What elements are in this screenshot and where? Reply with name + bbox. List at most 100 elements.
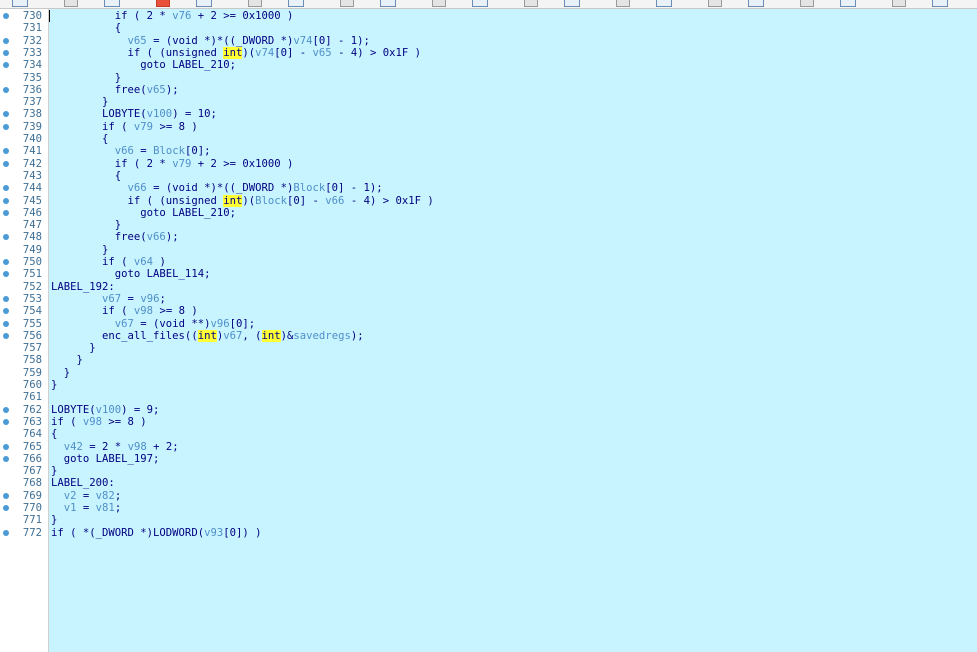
- code-line[interactable]: 752 LABEL_192:: [0, 281, 977, 293]
- tab[interactable]: [736, 0, 822, 7]
- code-line[interactable]: 738 LOBYTE(v100) = 10;: [0, 108, 977, 120]
- code-line[interactable]: 749 }: [0, 244, 977, 256]
- close-icon[interactable]: [524, 0, 538, 7]
- code-text[interactable]: {: [51, 22, 121, 34]
- code-text[interactable]: v42 = 2 * v98 + 2;: [51, 441, 179, 453]
- close-icon[interactable]: [432, 0, 446, 7]
- code-line[interactable]: 751 goto LABEL_114;: [0, 268, 977, 280]
- tab[interactable]: [460, 0, 546, 7]
- code-line[interactable]: 730 if ( 2 * v76 + 2 >= 0x1000 ): [0, 10, 977, 22]
- code-text[interactable]: v2 = v82;: [51, 490, 121, 502]
- code-line[interactable]: 767}: [0, 465, 977, 477]
- code-text[interactable]: if ( v98 >= 8 ): [51, 305, 198, 317]
- code-text[interactable]: }: [51, 96, 108, 108]
- code-text[interactable]: v67 = v96;: [51, 293, 166, 305]
- code-line[interactable]: 768 LABEL_200:: [0, 477, 977, 489]
- code-line[interactable]: 764 {: [0, 428, 977, 440]
- tab[interactable]: [0, 0, 86, 7]
- code-line[interactable]: 772 if ( *(_DWORD *)LODWORD(v93[0]) ): [0, 527, 977, 539]
- code-text[interactable]: LOBYTE(v100) = 9;: [51, 404, 159, 416]
- code-text[interactable]: if ( v79 >= 8 ): [51, 121, 198, 133]
- code-text[interactable]: }: [51, 244, 108, 256]
- code-text[interactable]: if ( (unsigned int)(v74[0] - v65 - 4) > …: [51, 46, 421, 59]
- close-icon[interactable]: [64, 0, 78, 7]
- code-line[interactable]: 771}: [0, 514, 977, 526]
- code-line[interactable]: 770 v1 = v81;: [0, 502, 977, 514]
- code-line[interactable]: 760}: [0, 379, 977, 391]
- code-text[interactable]: enc_all_files((int)v67, (int)&savedregs)…: [51, 329, 364, 342]
- code-text[interactable]: }: [51, 354, 83, 366]
- code-text[interactable]: v67 = (void **)v96[0];: [51, 318, 255, 330]
- tab[interactable]: [552, 0, 638, 7]
- code-text[interactable]: goto LABEL_197;: [51, 453, 160, 465]
- code-text[interactable]: }: [51, 514, 57, 526]
- code-text[interactable]: if ( v98 >= 8 ): [51, 416, 147, 428]
- code-text[interactable]: v66 = (void *)*((_DWORD *)Block[0] - 1);: [51, 182, 383, 194]
- code-line[interactable]: 763 if ( v98 >= 8 ): [0, 416, 977, 428]
- code-line[interactable]: 753 v67 = v96;: [0, 293, 977, 305]
- code-line[interactable]: 759 }: [0, 367, 977, 379]
- code-line[interactable]: 744 v66 = (void *)*((_DWORD *)Block[0] -…: [0, 182, 977, 194]
- code-line[interactable]: 757 }: [0, 342, 977, 354]
- code-line[interactable]: 758 }: [0, 354, 977, 366]
- code-line[interactable]: 735 }: [0, 72, 977, 84]
- code-line[interactable]: 745 if ( (unsigned int)(Block[0] - v66 -…: [0, 194, 977, 207]
- code-text[interactable]: if ( 2 * v79 + 2 >= 0x1000 ): [51, 158, 294, 170]
- code-text[interactable]: LOBYTE(v100) = 10;: [51, 108, 217, 120]
- code-line[interactable]: 762 LOBYTE(v100) = 9;: [0, 404, 977, 416]
- tab[interactable]: [368, 0, 454, 7]
- code-text[interactable]: LABEL_192:: [51, 281, 115, 293]
- code-text[interactable]: }: [51, 367, 70, 379]
- code-text[interactable]: {: [51, 170, 121, 182]
- code-line[interactable]: 755 v67 = (void **)v96[0];: [0, 318, 977, 330]
- code-text[interactable]: free(v66);: [51, 231, 179, 243]
- code-line[interactable]: 732 v65 = (void *)*((_DWORD *)v74[0] - 1…: [0, 35, 977, 47]
- code-text[interactable]: }: [51, 219, 121, 231]
- code-line[interactable]: 740 {: [0, 133, 977, 145]
- code-line[interactable]: 743 {: [0, 170, 977, 182]
- tab[interactable]: [828, 0, 914, 7]
- code-text[interactable]: if ( v64 ): [51, 256, 166, 268]
- code-line[interactable]: 737 }: [0, 96, 977, 108]
- code-text[interactable]: if ( 2 * v76 + 2 >= 0x1000 ): [51, 10, 294, 22]
- code-text[interactable]: }: [51, 379, 57, 391]
- code-line[interactable]: 765 v42 = 2 * v98 + 2;: [0, 441, 977, 453]
- code-text[interactable]: }: [51, 72, 121, 84]
- code-text[interactable]: }: [51, 342, 95, 354]
- code-text[interactable]: goto LABEL_114;: [51, 268, 211, 280]
- code-line[interactable]: 731 {: [0, 22, 977, 34]
- code-text[interactable]: if ( (unsigned int)(Block[0] - v66 - 4) …: [51, 194, 434, 207]
- code-line[interactable]: 736 free(v65);: [0, 84, 977, 96]
- code-text[interactable]: LABEL_200:: [51, 477, 115, 489]
- code-line[interactable]: 734 goto LABEL_210;: [0, 59, 977, 71]
- code-line[interactable]: 747 }: [0, 219, 977, 231]
- close-icon[interactable]: [892, 0, 906, 7]
- code-line[interactable]: 769 v2 = v82;: [0, 490, 977, 502]
- code-text[interactable]: }: [51, 465, 57, 477]
- code-text[interactable]: free(v65);: [51, 84, 179, 96]
- code-line[interactable]: 750 if ( v64 ): [0, 256, 977, 268]
- close-icon[interactable]: [800, 0, 814, 7]
- code-text[interactable]: {: [51, 428, 57, 440]
- code-text[interactable]: if ( *(_DWORD *)LODWORD(v93[0]) ): [51, 527, 262, 539]
- close-icon[interactable]: [156, 0, 170, 7]
- code-line[interactable]: 766 goto LABEL_197;: [0, 453, 977, 465]
- code-text[interactable]: goto LABEL_210;: [51, 59, 236, 71]
- tab-active[interactable]: [92, 0, 178, 7]
- code-line[interactable]: 733 if ( (unsigned int)(v74[0] - v65 - 4…: [0, 46, 977, 59]
- code-line[interactable]: 761: [0, 391, 977, 403]
- code-line[interactable]: 756 enc_all_files((int)v67, (int)&savedr…: [0, 329, 977, 342]
- close-icon[interactable]: [708, 0, 722, 7]
- tab[interactable]: [184, 0, 270, 7]
- code-text[interactable]: v66 = Block[0];: [51, 145, 211, 157]
- tab[interactable]: [644, 0, 730, 7]
- code-line[interactable]: 742 if ( 2 * v79 + 2 >= 0x1000 ): [0, 158, 977, 170]
- close-icon[interactable]: [616, 0, 630, 7]
- code-text[interactable]: goto LABEL_210;: [51, 207, 236, 219]
- code-line[interactable]: 746 goto LABEL_210;: [0, 207, 977, 219]
- code-text[interactable]: {: [51, 133, 108, 145]
- code-text[interactable]: v1 = v81;: [51, 502, 121, 514]
- code-line[interactable]: 739 if ( v79 >= 8 ): [0, 121, 977, 133]
- tab[interactable]: [920, 0, 977, 7]
- close-icon[interactable]: [248, 0, 262, 7]
